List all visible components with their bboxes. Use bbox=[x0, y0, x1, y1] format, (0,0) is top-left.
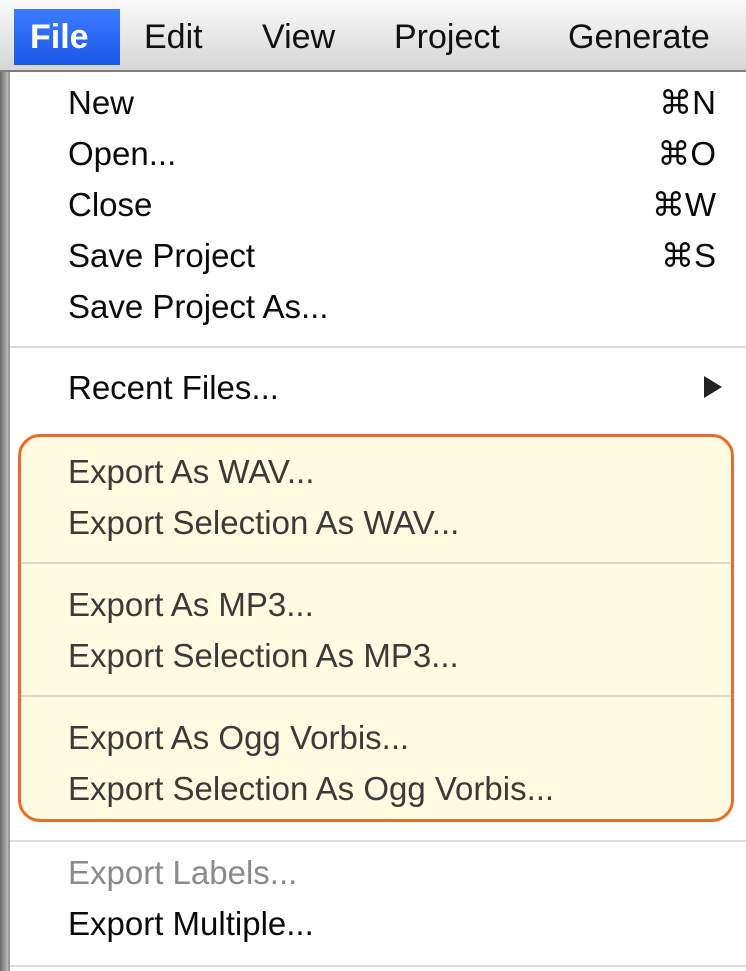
window-edge bbox=[0, 72, 8, 971]
menu-bar: File Edit View Project Generate bbox=[0, 0, 746, 72]
menu-item-export-mp3[interactable]: Export As MP3... bbox=[68, 579, 314, 630]
menu-item-export-selection-mp3[interactable]: Export Selection As MP3... bbox=[68, 630, 459, 681]
file-menu-dropdown: New ⌘N Open... ⌘O Close ⌘W Save Project … bbox=[8, 72, 746, 971]
menu-item-recent-files[interactable]: Recent Files... bbox=[68, 362, 279, 413]
shortcut-close: ⌘W bbox=[651, 186, 716, 223]
shortcut-save: ⌘S bbox=[660, 237, 716, 274]
menu-separator bbox=[10, 965, 746, 967]
menu-item-export-selection-wav[interactable]: Export Selection As WAV... bbox=[68, 497, 459, 548]
menu-separator bbox=[10, 346, 746, 348]
menu-item-export-ogg[interactable]: Export As Ogg Vorbis... bbox=[68, 712, 409, 763]
menu-item-open[interactable]: Open... bbox=[68, 128, 176, 179]
menu-item-new[interactable]: New bbox=[68, 77, 134, 128]
menu-item-export-wav[interactable]: Export As WAV... bbox=[68, 446, 314, 497]
menu-item-save-project-as[interactable]: Save Project As... bbox=[68, 281, 328, 332]
menubar-generate[interactable]: Generate bbox=[552, 9, 726, 65]
menubar-view[interactable]: View bbox=[246, 9, 351, 65]
menubar-project[interactable]: Project bbox=[378, 9, 516, 65]
menu-separator bbox=[21, 695, 731, 697]
shortcut-new: ⌘N bbox=[659, 84, 716, 121]
menubar-edit[interactable]: Edit bbox=[128, 9, 219, 65]
menu-separator bbox=[10, 840, 746, 842]
menu-item-close[interactable]: Close bbox=[68, 179, 152, 230]
menu-item-export-multiple[interactable]: Export Multiple... bbox=[68, 898, 314, 949]
menu-item-export-labels: Export Labels... bbox=[68, 854, 298, 891]
menu-item-save-project[interactable]: Save Project bbox=[68, 230, 255, 281]
menu-separator bbox=[21, 562, 731, 564]
submenu-arrow-icon bbox=[704, 376, 722, 398]
shortcut-open: ⌘O bbox=[657, 135, 716, 172]
menu-item-export-selection-ogg[interactable]: Export Selection As Ogg Vorbis... bbox=[68, 763, 554, 814]
menubar-file[interactable]: File bbox=[14, 9, 120, 65]
